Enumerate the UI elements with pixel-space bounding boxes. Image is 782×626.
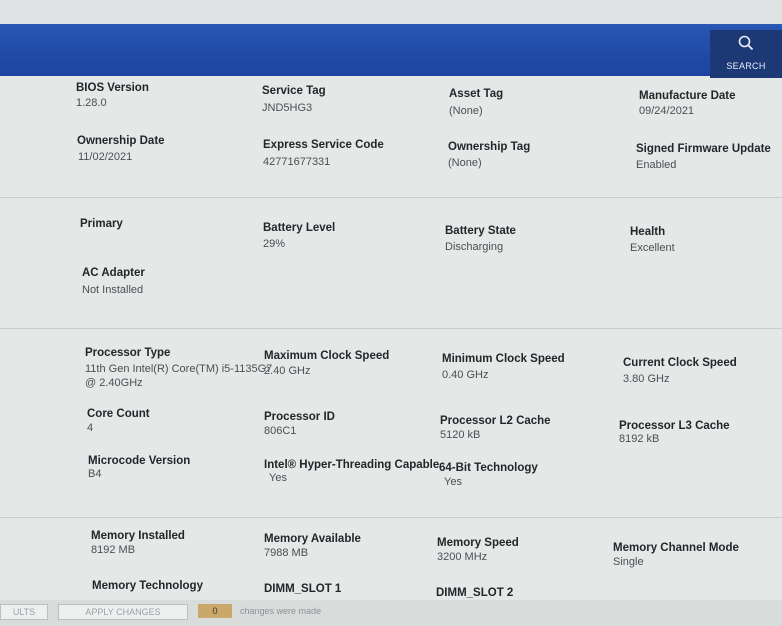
manufacture-date-value: 09/24/2021	[639, 105, 695, 117]
memory-speed-label: Memory Speed	[437, 537, 519, 549]
l3-cache-value: 8192 kB	[619, 433, 660, 445]
processor-type-value-line1: 11th Gen Intel(R) Core(TM) i5-1135G7	[85, 363, 273, 375]
memory-available-label: Memory Available	[264, 533, 361, 545]
core-count-label: Core Count	[87, 408, 150, 420]
express-service-code-label: Express Service Code	[263, 139, 384, 151]
microcode-label: Microcode Version	[88, 455, 191, 467]
bios-version-label: BIOS Version	[76, 82, 149, 94]
memory-installed-value: 8192 MB	[91, 544, 136, 556]
battery-health-label: Health	[630, 226, 666, 238]
section-divider	[0, 328, 782, 329]
min-clock-value: 0.40 GHz	[442, 369, 489, 381]
signed-firmware-label: Signed Firmware Update	[636, 143, 771, 155]
hyper-threading-value: Yes	[269, 472, 287, 484]
64bit-label: 64-Bit Technology	[439, 462, 538, 474]
service-tag-value: JND5HG3	[262, 102, 313, 114]
asset-tag-label: Asset Tag	[449, 88, 504, 100]
current-clock-value: 3.80 GHz	[623, 373, 670, 385]
battery-state-label: Battery State	[445, 225, 516, 237]
ownership-date-label: Ownership Date	[77, 135, 165, 147]
memory-installed-label: Memory Installed	[91, 530, 185, 542]
memory-channel-label: Memory Channel Mode	[613, 542, 739, 554]
express-service-code-value: 42771677331	[263, 156, 331, 168]
battery-primary-label: Primary	[80, 218, 123, 230]
manufacture-date-label: Manufacture Date	[639, 90, 736, 102]
current-clock-label: Current Clock Speed	[623, 357, 737, 369]
changes-message: changes were made	[240, 606, 322, 616]
max-clock-label: Maximum Clock Speed	[264, 350, 390, 362]
ownership-tag-value: (None)	[448, 157, 482, 169]
ac-adapter-value: Not Installed	[82, 284, 144, 296]
memory-channel-value: Single	[613, 556, 644, 568]
l2-cache-value: 5120 kB	[440, 429, 481, 441]
battery-level-label: Battery Level	[263, 222, 336, 234]
search-icon	[738, 35, 754, 51]
memory-speed-value: 3200 MHz	[437, 551, 488, 563]
battery-level-value: 29%	[263, 238, 286, 250]
microcode-value: B4	[88, 468, 102, 480]
l3-cache-label: Processor L3 Cache	[619, 420, 730, 432]
search-label: SEARCH	[726, 61, 766, 71]
dimm-slot-2-label: DIMM_SLOT 2	[436, 587, 514, 599]
core-count-value: 4	[87, 422, 94, 434]
battery-health-value: Excellent	[630, 242, 675, 254]
bios-version-value: 1.28.0	[76, 97, 107, 109]
asset-tag-value: (None)	[449, 105, 483, 117]
dimm-slot-1-label: DIMM_SLOT 1	[264, 583, 342, 595]
processor-id-label: Processor ID	[264, 411, 335, 423]
l2-cache-label: Processor L2 Cache	[440, 415, 551, 427]
processor-type-label: Processor Type	[85, 347, 171, 359]
change-count-badge: 0	[198, 604, 232, 618]
ownership-tag-label: Ownership Tag	[448, 141, 531, 153]
memory-available-value: 7988 MB	[264, 547, 309, 559]
battery-state-value: Discharging	[445, 241, 504, 253]
processor-type-value-line2: @ 2.40GHz	[85, 377, 143, 389]
footer-bar: ULTS APPLY CHANGES 0 changes were made	[0, 600, 782, 626]
hyper-threading-label: Intel® Hyper-Threading Capable	[264, 459, 440, 471]
apply-changes-button[interactable]: APPLY CHANGES	[58, 604, 188, 620]
signed-firmware-value: Enabled	[636, 159, 677, 171]
search-button[interactable]: SEARCH	[710, 30, 782, 78]
64bit-value: Yes	[444, 476, 462, 488]
min-clock-label: Minimum Clock Speed	[442, 353, 565, 365]
header-bar	[0, 24, 782, 76]
ac-adapter-label: AC Adapter	[82, 267, 145, 279]
memory-technology-label: Memory Technology	[92, 580, 203, 592]
service-tag-label: Service Tag	[262, 85, 326, 97]
ownership-date-value: 11/02/2021	[78, 151, 133, 163]
section-divider	[0, 517, 782, 518]
processor-id-value: 806C1	[264, 425, 297, 437]
section-divider	[0, 197, 782, 198]
max-clock-value: 2.40 GHz	[264, 365, 311, 377]
restore-defaults-button[interactable]: ULTS	[0, 604, 48, 620]
